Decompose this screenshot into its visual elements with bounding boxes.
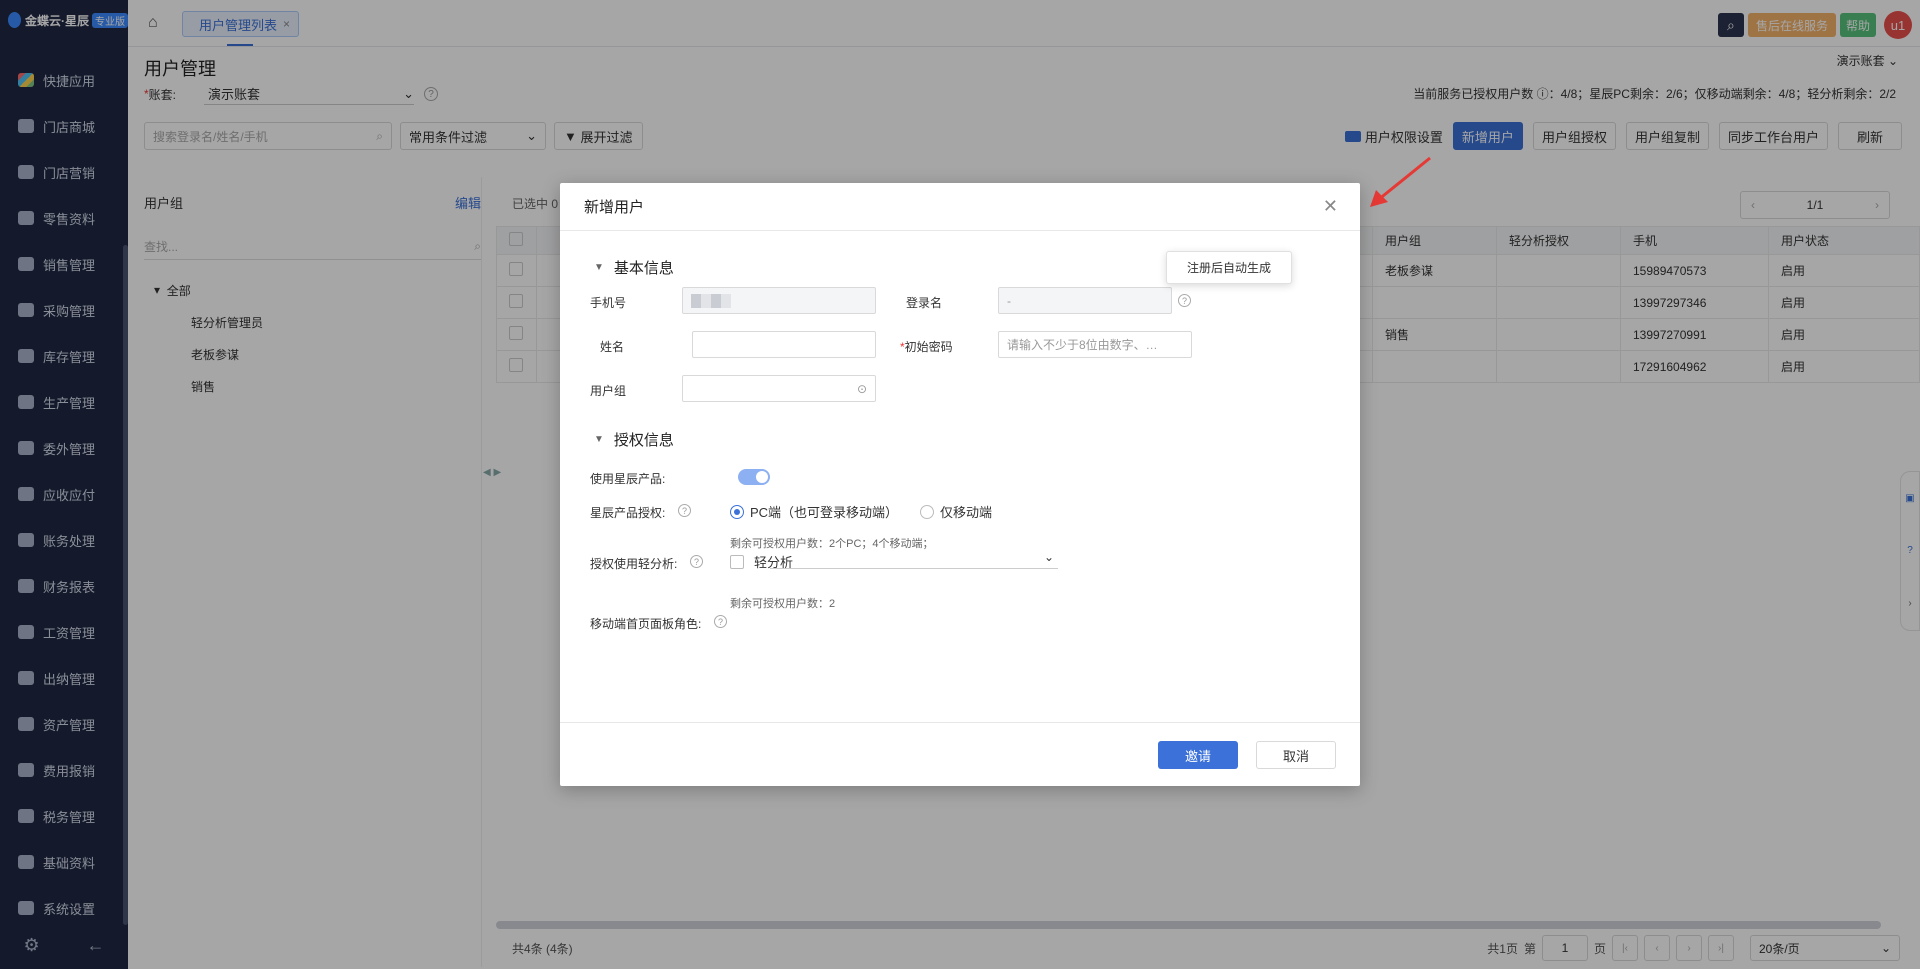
light-analysis-label: 授权使用轻分析: [590, 557, 678, 571]
radio-pc[interactable]: PC端（也可登录移动端） [730, 502, 898, 521]
mobile-role-select[interactable]: ⌄ [770, 545, 1058, 569]
radio-mobile[interactable]: 仅移动端 [920, 502, 992, 521]
add-user-dialog: 新增用户 ✕ ▼ 基本信息 手机号 登录名 - ? 注册后自动生成 姓名 *初始密… [560, 183, 1360, 786]
chevron-down-icon: ⌄ [1043, 549, 1054, 564]
use-product-label: 使用星辰产品: [590, 472, 666, 486]
radio-pc-label: PC端（也可登录移动端） [750, 505, 899, 520]
password-field[interactable]: 请输入不少于8位由数字、… [998, 331, 1192, 358]
caret-down-icon: ▼ [594, 262, 604, 273]
close-icon[interactable]: ✕ [1323, 196, 1338, 217]
use-product-toggle[interactable] [738, 469, 770, 485]
section-title: 授权信息 [613, 432, 674, 449]
question-icon[interactable]: ? [690, 555, 703, 568]
login-name-value: - [1007, 293, 1011, 308]
more-icon[interactable]: ⊙ [857, 382, 867, 396]
phone-label: 手机号 [590, 296, 627, 310]
radio-mobile-label: 仅移动端 [940, 505, 993, 520]
question-icon[interactable]: ? [678, 504, 691, 517]
dialog-header: 新增用户 ✕ [560, 183, 1360, 231]
password-placeholder: 请输入不少于8位由数字、… [1007, 338, 1158, 352]
name-field[interactable] [692, 331, 876, 358]
remaining-light-text: 剩余可授权用户数：2 [730, 598, 836, 610]
checkbox-box [730, 554, 744, 569]
section-auth[interactable]: ▼ 授权信息 [594, 429, 674, 450]
tooltip: 注册后自动生成 [1166, 251, 1292, 284]
name-label: 姓名 [600, 340, 625, 354]
radio-unchecked [920, 504, 934, 519]
section-title: 基本信息 [613, 260, 674, 277]
product-auth-label: 星辰产品授权: [590, 506, 666, 520]
dialog-title: 新增用户 [584, 199, 645, 216]
radio-checked [730, 504, 744, 519]
dialog-footer: 邀请 取消 [560, 722, 1360, 786]
blurred-phone [691, 293, 731, 308]
mobile-role-label: 移动端首页面板角色: [590, 617, 702, 631]
user-group-field[interactable]: ⊙ [682, 375, 876, 402]
login-name-field[interactable]: - [998, 287, 1172, 314]
section-basic[interactable]: ▼ 基本信息 [594, 257, 674, 278]
red-arrow-annotation [1370, 156, 1431, 207]
login-label: 登录名 [906, 296, 943, 310]
invite-button[interactable]: 邀请 [1158, 741, 1238, 769]
password-label: *初始密码 [900, 338, 953, 355]
question-icon[interactable]: ? [714, 615, 727, 628]
cancel-button[interactable]: 取消 [1256, 741, 1336, 769]
user-group-label: 用户组 [590, 384, 627, 398]
question-icon[interactable]: ? [1178, 294, 1191, 307]
password-label-text: 初始密码 [904, 340, 953, 354]
phone-field[interactable] [682, 287, 876, 314]
caret-down-icon: ▼ [594, 434, 604, 445]
